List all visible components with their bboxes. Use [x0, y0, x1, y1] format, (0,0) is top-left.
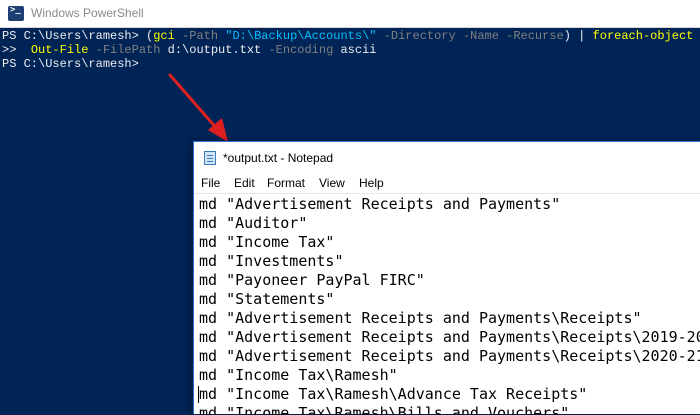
notepad-titlebar[interactable]: *output.txt - Notepad [194, 142, 700, 173]
console-token: -Path [174, 29, 226, 43]
console-token: ) | [563, 29, 593, 43]
console-line: >> Out-File -FilePath d:\output.txt -Enc… [2, 43, 377, 57]
console-token: gci [153, 29, 175, 43]
text-line: md "Investments" [199, 252, 344, 270]
notepad-icon [204, 151, 216, 165]
console-token: { [693, 29, 700, 43]
menu-edit[interactable]: Edit [234, 176, 255, 190]
console-line: PS C:\Users\ramesh> (gci -Path "D:\Backu… [2, 29, 700, 43]
powershell-titlebar[interactable]: Windows PowerShell [0, 0, 700, 28]
text-line: md "Advertisement Receipts and Payments" [199, 195, 561, 213]
menu-file[interactable]: File [201, 176, 220, 190]
console-token: PS C:\Users\ramesh> [2, 29, 147, 43]
text-line: md "Income Tax\Ramesh\Bills and Vouchers… [199, 404, 570, 415]
text-line: md "Advertisement Receipts and Payments\… [199, 328, 700, 346]
notepad-text-area[interactable]: md "Advertisement Receipts and Payments"… [194, 193, 700, 415]
console-token: -Directory -Name -Recurse [376, 29, 564, 43]
console-token: foreach-object [592, 29, 694, 43]
powershell-window-title: Windows PowerShell [31, 6, 144, 20]
notepad-window-title: *output.txt - Notepad [223, 151, 334, 165]
text-line: md "Auditor" [199, 214, 308, 232]
text-line: md "Payoneer PayPal FIRC" [199, 271, 425, 289]
menu-help[interactable]: Help [359, 176, 384, 190]
notepad-menubar: File Edit Format View Help [194, 173, 700, 193]
text-line: md "Statements" [199, 290, 335, 308]
console-token: >> [2, 43, 31, 57]
console-token: "D:\Backup\Accounts\" [225, 29, 377, 43]
console-token: ascii [340, 43, 377, 57]
console-token: Out-File [30, 43, 89, 57]
console-token: d:\output.txt [167, 43, 262, 57]
text-line: md "Income Tax" [199, 233, 335, 251]
text-line: md "Advertisement Receipts and Payments\… [199, 347, 700, 365]
menu-view[interactable]: View [319, 176, 345, 190]
text-line: md "Income Tax\Ramesh" [199, 366, 398, 384]
console-token: -FilePath [88, 43, 168, 57]
console-token: -Encoding [261, 43, 341, 57]
console-token: PS C:\Users\ramesh> [2, 57, 139, 71]
text-line: md "Income Tax\Ramesh\Advance Tax Receip… [199, 385, 588, 403]
console-line: PS C:\Users\ramesh> [2, 57, 139, 71]
powershell-icon [8, 5, 24, 21]
notepad-window[interactable]: *output.txt - Notepad File Edit Format V… [193, 141, 700, 415]
menu-format[interactable]: Format [267, 176, 305, 190]
text-line: md "Advertisement Receipts and Payments\… [199, 309, 642, 327]
